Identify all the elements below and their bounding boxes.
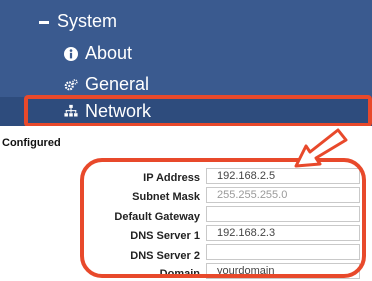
dns-server-1-label: DNS Server 1: [130, 230, 200, 242]
domain-input[interactable]: yourdomain: [206, 263, 360, 279]
subnet-mask-input[interactable]: 255.255.255.0: [206, 187, 360, 203]
dns-server-1-input[interactable]: 192.168.2.3: [206, 225, 360, 241]
info-circle-icon: [64, 47, 78, 61]
ip-address-label: IP Address: [143, 172, 200, 184]
default-gateway-input[interactable]: [206, 206, 360, 222]
sidebar-nav: System About General Network: [0, 0, 372, 126]
cogs-icon: [64, 79, 78, 91]
default-gateway-label: Default Gateway: [114, 211, 200, 223]
subnet-mask-label: Subnet Mask: [132, 191, 200, 203]
minus-icon: [39, 21, 49, 24]
sidebar-item-label: System: [57, 11, 118, 31]
ip-address-input[interactable]: 192.168.2.5: [206, 168, 360, 184]
dns-server-2-label: DNS Server 2: [130, 250, 200, 262]
sidebar-item-label: About: [85, 43, 133, 63]
sitemap-icon: [64, 104, 78, 117]
sidebar-item-label: General: [85, 74, 150, 94]
sidebar-item-label: Network: [85, 101, 152, 121]
sidebar-item-network[interactable]: Network: [0, 97, 372, 126]
status-label: Configured: [2, 137, 61, 149]
arrow-annotation-icon: [294, 128, 348, 168]
sidebar-item-general[interactable]: General: [0, 69, 372, 100]
sidebar-item-about[interactable]: About: [0, 38, 372, 69]
sidebar-item-system[interactable]: System: [0, 6, 372, 37]
domain-label: Domain: [159, 268, 200, 280]
dns-server-2-input[interactable]: [206, 244, 360, 260]
